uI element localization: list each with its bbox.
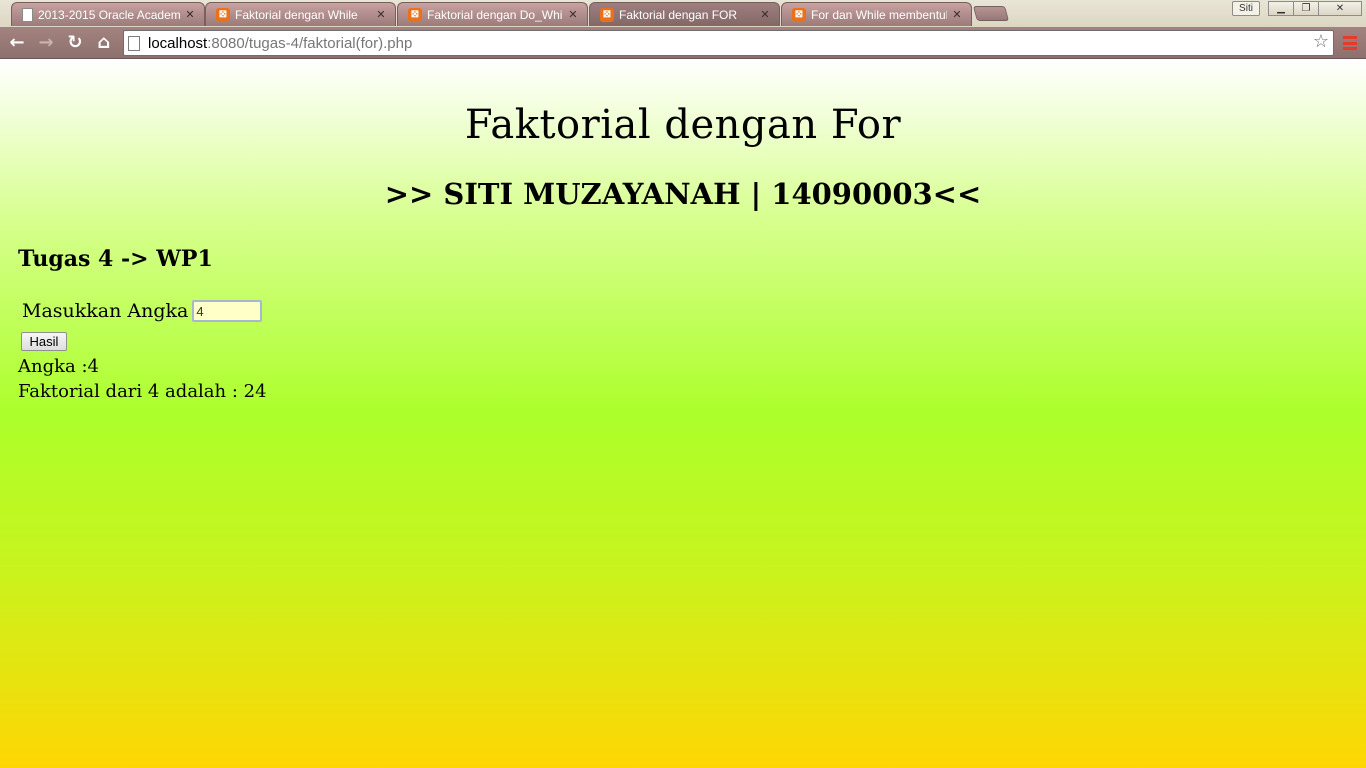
menu-icon[interactable] bbox=[1342, 34, 1358, 52]
close-icon[interactable]: ✕ bbox=[567, 8, 579, 21]
tab-title: Faktorial dengan FOR bbox=[619, 7, 738, 22]
number-label: Masukkan Angka bbox=[22, 300, 189, 322]
xampp-icon: ⊠ bbox=[216, 7, 230, 22]
page-subtitle: >> SITI MUZAYANAH | 14090003<< bbox=[384, 177, 982, 211]
close-window-icon[interactable]: ✕ bbox=[1318, 1, 1362, 16]
document-icon bbox=[22, 7, 33, 22]
angka-result: Angka :4 bbox=[18, 356, 99, 377]
new-tab-button[interactable] bbox=[972, 6, 1010, 21]
xampp-icon: ⊠ bbox=[792, 7, 806, 22]
xampp-icon: ⊠ bbox=[408, 7, 422, 22]
close-icon[interactable]: ✕ bbox=[951, 8, 963, 21]
minimize-icon[interactable]: ▁ bbox=[1268, 1, 1294, 16]
factorial-form: Masukkan Angka bbox=[22, 300, 263, 322]
faktorial-result: Faktorial dari 4 adalah : 24 bbox=[18, 381, 267, 402]
profile-button[interactable]: Siti bbox=[1232, 1, 1260, 16]
address-bar[interactable]: localhost:8080/tugas-4/faktorial(for).ph… bbox=[123, 30, 1334, 56]
url-path: :8080/tugas-4/faktorial(for).php bbox=[207, 34, 413, 52]
bookmark-star-icon[interactable]: ☆ bbox=[1313, 33, 1329, 51]
tab-strip: 2013-2015 Oracle Academ ✕ ⊠ Faktorial de… bbox=[0, 0, 1366, 27]
reload-icon[interactable]: ↻ bbox=[64, 32, 86, 54]
back-icon[interactable]: ← bbox=[6, 32, 28, 54]
browser-toolbar: ← → ↻ ⌂ localhost:8080/tugas-4/faktorial… bbox=[0, 27, 1366, 59]
restore-icon[interactable]: ❐ bbox=[1293, 1, 1319, 16]
page-icon bbox=[128, 35, 140, 51]
number-input[interactable] bbox=[192, 300, 263, 322]
close-icon[interactable]: ✕ bbox=[184, 8, 196, 21]
browser-tab-active[interactable]: ⊠ Faktorial dengan FOR ✕ bbox=[589, 2, 780, 26]
tab-title: Faktorial dengan Do_Whil bbox=[427, 7, 563, 22]
browser-tab[interactable]: ⊠ Faktorial dengan Do_Whil ✕ bbox=[397, 2, 588, 26]
task-heading: Tugas 4 -> WP1 bbox=[18, 246, 213, 272]
browser-tab[interactable]: ⊠ For dan While membentul ✕ bbox=[781, 2, 972, 26]
tab-title: Faktorial dengan While bbox=[235, 7, 358, 22]
tab-title: 2013-2015 Oracle Academ bbox=[38, 7, 180, 22]
xampp-icon: ⊠ bbox=[600, 7, 614, 22]
browser-tab[interactable]: ⊠ Faktorial dengan While ✕ bbox=[205, 2, 396, 26]
url-host: localhost bbox=[148, 34, 208, 52]
close-icon[interactable]: ✕ bbox=[759, 8, 771, 21]
close-icon[interactable]: ✕ bbox=[375, 8, 387, 21]
page-viewport: Faktorial dengan For >> SITI MUZAYANAH |… bbox=[0, 60, 1366, 768]
url-text: localhost:8080/tugas-4/faktorial(for).ph… bbox=[148, 35, 412, 52]
hasil-button[interactable]: Hasil bbox=[21, 332, 67, 351]
browser-tab[interactable]: 2013-2015 Oracle Academ ✕ bbox=[11, 2, 205, 26]
tab-title: For dan While membentul bbox=[811, 7, 947, 22]
home-icon[interactable]: ⌂ bbox=[93, 32, 115, 54]
page-title: Faktorial dengan For bbox=[464, 102, 902, 148]
forward-icon[interactable]: → bbox=[35, 32, 57, 54]
